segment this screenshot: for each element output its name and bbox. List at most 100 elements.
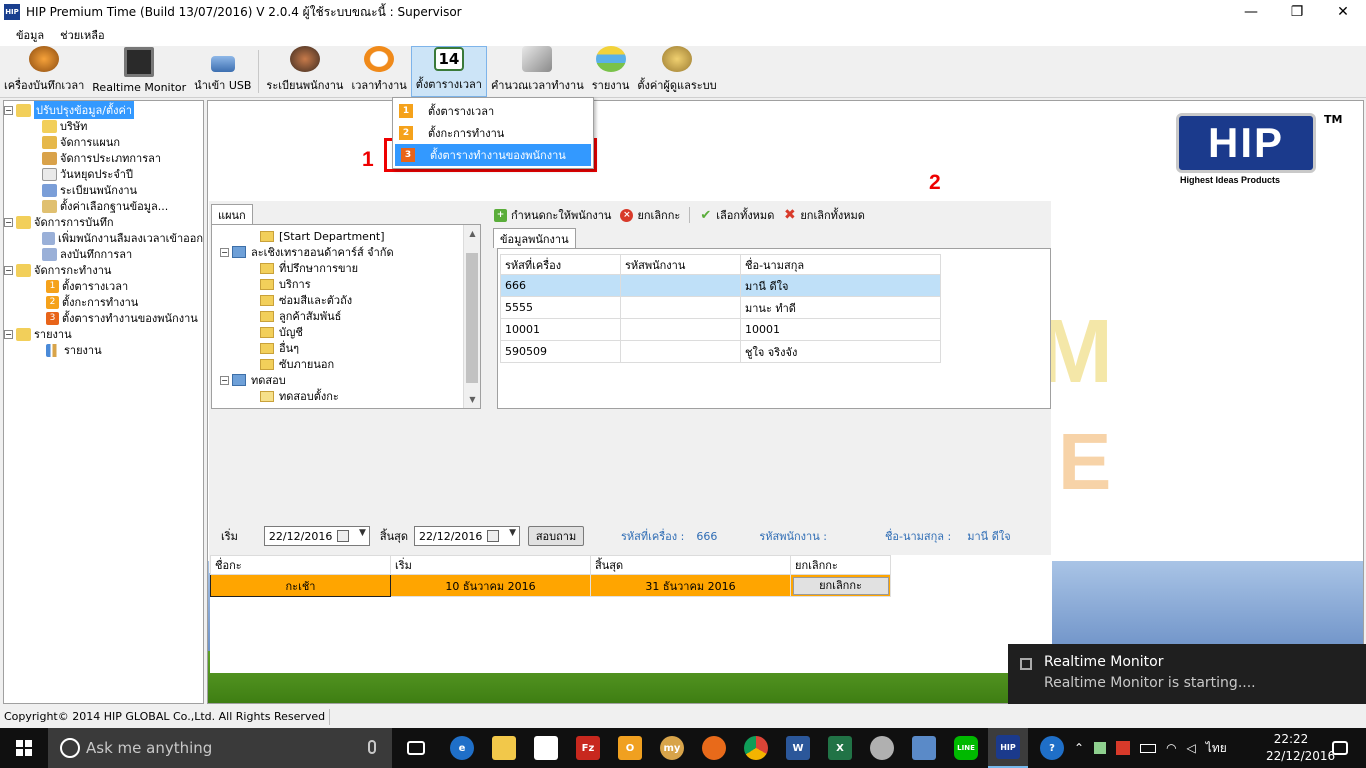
excel-button[interactable]: X [820, 728, 860, 768]
minimize-button[interactable]: — [1228, 0, 1274, 24]
collapse-icon[interactable]: − [220, 247, 229, 257]
collapse-icon[interactable]: − [220, 375, 229, 385]
menu-item-employee-schedule[interactable]: 3 ตั้งตารางทำงานของพนักงาน [395, 144, 591, 166]
menu-item-shift-setup[interactable]: 2 ตั้งกะการทำงาน [393, 122, 593, 144]
file-explorer-button[interactable] [484, 728, 524, 768]
collapse-icon[interactable]: − [4, 329, 13, 339]
column-header[interactable]: ชื่อ-นามสกุล [740, 254, 941, 275]
dept-start[interactable]: [Start Department] [212, 228, 480, 244]
task-view-button[interactable] [396, 728, 436, 768]
clock[interactable]: 22:22 22/12/2016 [1266, 731, 1335, 765]
cancel-all-button[interactable]: ✖ ยกเลิกทั้งหมด [780, 206, 868, 224]
cancel-shift-row-button[interactable]: ยกเลิกกะ [792, 576, 889, 595]
search-box[interactable]: Ask me anything [48, 728, 392, 768]
search-button[interactable]: สอบถาม [528, 526, 585, 546]
table-row[interactable]: กะเช้า 10 ธันวาคม 2016 31 ธันวาคม 2016 ย… [210, 574, 891, 597]
battery-icon[interactable] [1140, 743, 1157, 753]
line-button[interactable]: LINE [946, 728, 986, 768]
tab-department[interactable]: แผนก [211, 204, 253, 224]
collapse-icon[interactable]: − [4, 265, 13, 275]
calendar-icon[interactable] [336, 530, 349, 542]
toolbar-schedule-button[interactable]: 14 ตั้งตารางเวลา [410, 46, 487, 97]
column-header[interactable]: เริ่ม [390, 555, 591, 575]
dept-item[interactable]: บัญชี [212, 324, 480, 340]
dept-item[interactable]: ซับภายนอก [212, 356, 480, 372]
toolbar-work-time-button[interactable]: เวลาทำงาน [347, 46, 410, 97]
menu-data[interactable]: ข้อมูล [8, 26, 52, 44]
tree-group-reports[interactable]: − รายงาน [4, 326, 203, 342]
dept-company[interactable]: − ละเชิงเทราฮอนด้าคาร์ส์ จำกัด [212, 244, 480, 260]
close-button[interactable]: ✕ [1320, 0, 1366, 24]
dept-test[interactable]: − ทดสอบ [212, 372, 480, 388]
column-header[interactable]: รหัสพนักงาน [620, 254, 741, 275]
table-row[interactable]: 666 มานี ดีใจ [500, 274, 941, 297]
toolbar-usb-import-button[interactable]: นำเข้า USB [190, 46, 255, 97]
toolbar-employees-button[interactable]: ระเบียนพนักงาน [262, 46, 347, 97]
tree-item-leave-type[interactable]: จัดการประเภทการลา [4, 150, 203, 166]
tray-security-icon[interactable] [1116, 741, 1131, 755]
outlook-button[interactable]: O [610, 728, 650, 768]
edge-button[interactable]: e [442, 728, 482, 768]
column-header[interactable]: สิ้นสุด [590, 555, 791, 575]
menu-item-timetable[interactable]: 1 ตั้งตารางเวลา [393, 100, 593, 122]
toast-notification[interactable]: Realtime Monitor Realtime Monitor is sta… [1008, 644, 1366, 704]
scroll-down-icon[interactable]: ▼ [464, 391, 480, 408]
tree-item-timetable[interactable]: 1 ตั้งตารางเวลา [4, 278, 203, 294]
microphone-icon[interactable] [368, 740, 376, 754]
scroll-thumb[interactable] [466, 253, 478, 383]
help-button[interactable]: ? [1032, 728, 1072, 768]
tab-employee-info[interactable]: ข้อมูลพนักงาน [493, 228, 576, 248]
start-date-picker[interactable]: 22/12/2016 ▼ [263, 526, 370, 546]
column-header[interactable]: ยกเลิกกะ [790, 555, 891, 575]
table-row[interactable]: 10001 10001 [500, 318, 941, 341]
dept-item[interactable]: ซ่อมสีและตัวถัง [212, 292, 480, 308]
store-button[interactable] [526, 728, 566, 768]
toolbar-time-recorder-button[interactable]: เครื่องบันทึกเวลา [0, 46, 88, 97]
word-button[interactable]: W [778, 728, 818, 768]
toolbar-calculate-button[interactable]: คำนวณเวลาทำงาน [487, 46, 588, 97]
collapse-icon[interactable]: − [4, 105, 13, 115]
department-scrollbar[interactable]: ▲ ▼ [463, 225, 480, 408]
maximize-button[interactable]: ❐ [1274, 0, 1320, 24]
scroll-up-icon[interactable]: ▲ [464, 225, 480, 242]
table-row[interactable]: 5555 มานะ ทำดี [500, 296, 941, 319]
filezilla-button[interactable]: Fz [568, 728, 608, 768]
tree-item-shift-setup[interactable]: 2 ตั้งกะการทำงาน [4, 294, 203, 310]
image-viewer-button[interactable] [904, 728, 944, 768]
column-header[interactable]: รหัสที่เครื่อง [500, 254, 621, 275]
tree-item-employees[interactable]: ระเบียนพนักงาน [4, 182, 203, 198]
calendar-icon[interactable] [487, 530, 500, 542]
dept-test-item[interactable]: ทดสอบตั้งกะ [212, 388, 480, 404]
tree-item-employee-schedule[interactable]: 3 ตั้งตารางทำงานของพนักงาน [4, 310, 203, 326]
cancel-shift-button[interactable]: × ยกเลิกกะ [617, 206, 683, 224]
dept-item[interactable]: ที่ปรึกษาการขาย [212, 260, 480, 276]
tree-item-leave-record[interactable]: ลงบันทึกการลา [4, 246, 203, 262]
dept-item[interactable]: ลูกค้าสัมพันธ์ [212, 308, 480, 324]
table-row[interactable]: 590509 ชูใจ จริงจัง [500, 340, 941, 363]
chrome-button[interactable] [736, 728, 776, 768]
paint-button[interactable] [862, 728, 902, 768]
tree-group-shifts[interactable]: − จัดการกะทำงาน [4, 262, 203, 278]
myapp-button[interactable]: my [652, 728, 692, 768]
assign-shift-button[interactable]: + กำหนดกะให้พนักงาน [491, 206, 614, 224]
tree-group-settings[interactable]: − ปรับปรุงข้อมูล/ตั้งค่า [4, 101, 203, 119]
menu-help[interactable]: ช่วยเหลือ [52, 26, 112, 44]
tree-item-report[interactable]: รายงาน [4, 342, 203, 358]
collapse-icon[interactable]: − [4, 217, 13, 227]
input-language[interactable]: ไทย [1206, 739, 1227, 758]
tree-group-records[interactable]: − จัดการการบันทึก [4, 214, 203, 230]
chevron-down-icon[interactable]: ▼ [509, 528, 516, 538]
start-button[interactable] [0, 728, 48, 768]
toolbar-report-button[interactable]: รายงาน [588, 46, 634, 97]
tree-item-department[interactable]: จัดการแผนก [4, 134, 203, 150]
select-all-button[interactable]: ✔ เลือกทั้งหมด [696, 206, 777, 224]
dept-item[interactable]: อื่นๆ [212, 340, 480, 356]
wifi-icon[interactable]: ◠ [1166, 741, 1176, 755]
tree-item-forgot-clock[interactable]: เพิ่มพนักงานลืมลงเวลาเข้าออก [4, 230, 203, 246]
column-header[interactable]: ชื่อกะ [210, 555, 391, 575]
volume-icon[interactable]: ◁ [1187, 741, 1196, 755]
firefox-button[interactable] [694, 728, 734, 768]
hip-app-button[interactable]: HIP [988, 728, 1028, 768]
tree-item-company[interactable]: บริษัท [4, 118, 203, 134]
tray-app-icon[interactable] [1094, 742, 1107, 754]
